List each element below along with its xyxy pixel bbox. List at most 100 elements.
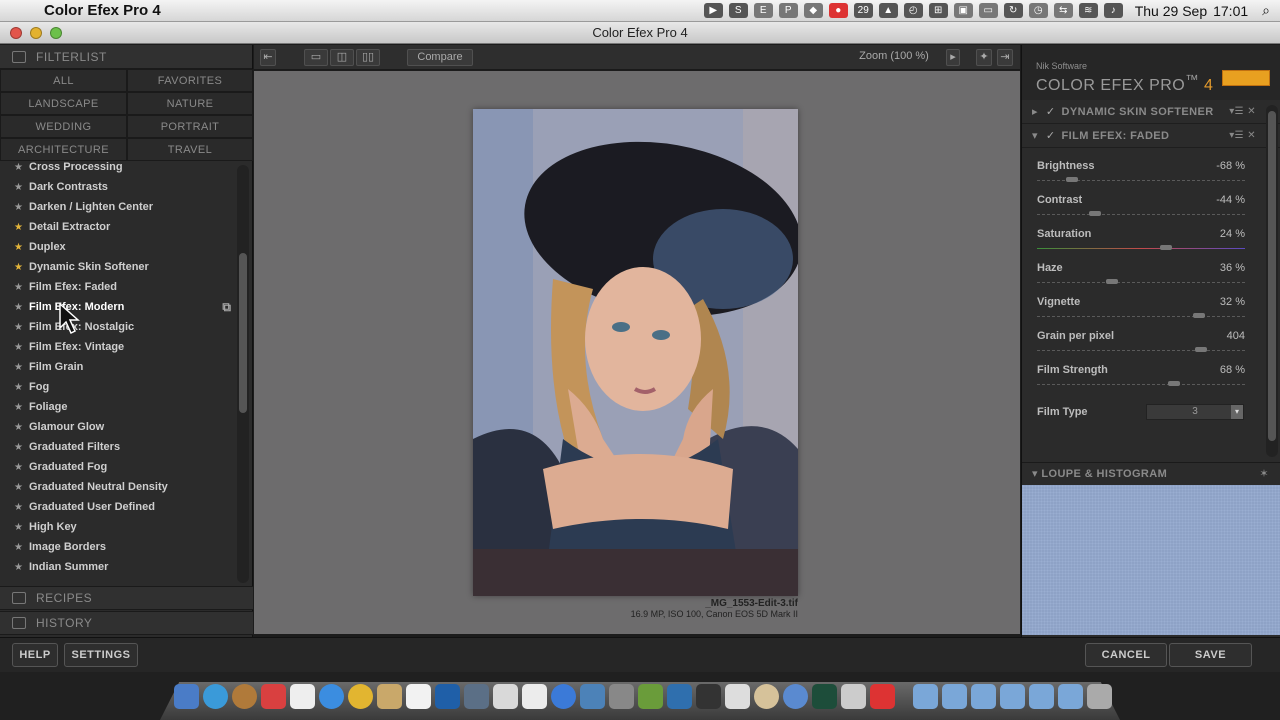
- toggle-right-panel-icon[interactable]: ⇥: [997, 49, 1013, 66]
- folder-icon[interactable]: [942, 684, 967, 709]
- favorite-star-icon[interactable]: ★: [14, 222, 29, 233]
- favorite-star-icon[interactable]: ★: [14, 382, 29, 393]
- side-by-side-button[interactable]: ▯▯: [356, 49, 380, 66]
- recipes-header[interactable]: RECIPES: [0, 586, 253, 610]
- enable-checkbox[interactable]: ✓: [1046, 129, 1056, 142]
- slider-track[interactable]: [1037, 316, 1245, 317]
- favorite-star-icon[interactable]: ★: [14, 202, 29, 213]
- slider-value[interactable]: -68 %: [1216, 160, 1245, 172]
- keynote-icon[interactable]: [667, 684, 692, 709]
- filter-list-item[interactable]: ★ Detail Extractor: [0, 217, 253, 237]
- slider-handle[interactable]: [1105, 279, 1118, 284]
- favorite-star-icon[interactable]: ★: [14, 442, 29, 453]
- activity-monitor-icon[interactable]: [812, 684, 837, 709]
- scrollbar-thumb[interactable]: [1268, 111, 1276, 441]
- filter-list-item[interactable]: ★ Dynamic Skin Softener: [0, 257, 253, 277]
- film-type-select[interactable]: 3 ▾: [1146, 404, 1244, 420]
- pencil-icon[interactable]: [754, 684, 779, 709]
- filter-options-icon[interactable]: ▾☰ ✕: [1229, 106, 1256, 117]
- filter-list-item[interactable]: ★ Cross Processing: [0, 157, 253, 177]
- sync-icon[interactable]: ↻: [1003, 3, 1023, 18]
- zoom-control[interactable]: Zoom (100 %): [847, 49, 941, 66]
- slider-value[interactable]: -44 %: [1216, 194, 1245, 206]
- close-window-button[interactable]: [10, 27, 22, 39]
- app-store-icon[interactable]: [203, 684, 228, 709]
- filter-list-item[interactable]: ★ Image Borders: [0, 537, 253, 557]
- pinwheel-icon[interactable]: [261, 684, 286, 709]
- slider-track[interactable]: [1037, 214, 1245, 215]
- calendar-icon[interactable]: 29: [853, 3, 873, 18]
- photo-booth-icon[interactable]: [725, 684, 750, 709]
- settings-button[interactable]: SETTINGS: [64, 643, 138, 667]
- favorite-star-icon[interactable]: ★: [14, 462, 29, 473]
- red-app-icon[interactable]: [870, 684, 895, 709]
- slider-handle[interactable]: [1089, 211, 1102, 216]
- favorite-star-icon[interactable]: ★: [14, 362, 29, 373]
- menubar-date[interactable]: Thu 29 Sep: [1135, 3, 1207, 19]
- app-menu[interactable]: Color Efex Pro 4: [44, 2, 161, 19]
- safari-icon[interactable]: [319, 684, 344, 709]
- split-view-button[interactable]: ◫: [330, 49, 354, 66]
- favorite-star-icon[interactable]: ★: [14, 302, 29, 313]
- enable-checkbox[interactable]: ✓: [1046, 105, 1056, 118]
- folder-icon[interactable]: [1058, 684, 1083, 709]
- dropdown-arrow-icon[interactable]: ▾: [1231, 405, 1243, 419]
- filter-list-item[interactable]: ★ Film Grain: [0, 357, 253, 377]
- arrow-icon[interactable]: [638, 684, 663, 709]
- filterlist-header[interactable]: FILTERLIST: [0, 45, 252, 69]
- favorite-star-icon[interactable]: ★: [14, 182, 29, 193]
- filter-list-item[interactable]: ★ Darken / Lighten Center: [0, 197, 253, 217]
- camera-icon[interactable]: ▶: [703, 3, 723, 18]
- dropbox-icon[interactable]: ◆: [803, 3, 823, 18]
- favorite-star-icon[interactable]: ★: [14, 522, 29, 533]
- display-icon[interactable]: ▭: [978, 3, 998, 18]
- filter-list-item[interactable]: ★ Fog: [0, 377, 253, 397]
- category-wedding[interactable]: WEDDING: [0, 115, 127, 138]
- expand-arrow-icon[interactable]: ▸: [1032, 105, 1038, 118]
- filter-list-item[interactable]: ★ Foliage: [0, 397, 253, 417]
- filter-list-item[interactable]: ★ High Key: [0, 517, 253, 537]
- filter-list-item[interactable]: ★ Film Efex: Faded: [0, 277, 253, 297]
- folder-icon[interactable]: [971, 684, 996, 709]
- zoom-window-button[interactable]: [50, 27, 62, 39]
- folder-icon[interactable]: [1029, 684, 1054, 709]
- slider-value[interactable]: 36 %: [1220, 262, 1245, 274]
- finder-icon[interactable]: [174, 684, 199, 709]
- calendar-dock-icon[interactable]: [406, 684, 431, 709]
- wifi-icon[interactable]: ≋: [1078, 3, 1098, 18]
- pixelmator-icon[interactable]: P: [778, 3, 798, 18]
- loupe-header[interactable]: ▾ LOUPE & HISTOGRAM ✶: [1022, 462, 1280, 484]
- slider-handle[interactable]: [1195, 347, 1208, 352]
- toggle-panel-icon[interactable]: ⇤: [260, 49, 276, 66]
- favorite-star-icon[interactable]: ★: [14, 502, 29, 513]
- slider-value[interactable]: 68 %: [1220, 364, 1245, 376]
- background-toggle-icon[interactable]: ✦: [976, 49, 992, 66]
- category-portrait[interactable]: PORTRAIT: [127, 115, 253, 138]
- filter-list-item[interactable]: ★ Film Efex: Modern ⧉: [0, 297, 253, 317]
- lightroom-icon[interactable]: [464, 684, 489, 709]
- favorite-star-icon[interactable]: ★: [14, 322, 29, 333]
- filter-list-item[interactable]: ★ Graduated Fog: [0, 457, 253, 477]
- favorite-star-icon[interactable]: ★: [14, 162, 29, 173]
- record-icon[interactable]: ●: [828, 3, 848, 18]
- folder-icon[interactable]: [913, 684, 938, 709]
- favorite-star-icon[interactable]: ★: [14, 562, 29, 573]
- filter-list-item[interactable]: ★ Film Efex: Nostalgic: [0, 317, 253, 337]
- help-button[interactable]: HELP: [12, 643, 58, 667]
- network-icon[interactable]: [783, 684, 808, 709]
- scrollbar-thumb[interactable]: [239, 253, 247, 413]
- slider-track[interactable]: [1037, 282, 1245, 283]
- filter-list-scrollbar[interactable]: [237, 165, 249, 583]
- filter-list-item[interactable]: ★ Graduated Filters: [0, 437, 253, 457]
- clock-icon[interactable]: ◴: [903, 3, 923, 18]
- loupe-preview[interactable]: [1022, 485, 1280, 635]
- collapse-arrow-icon[interactable]: ▾: [1032, 129, 1038, 142]
- textedit-icon[interactable]: [522, 684, 547, 709]
- hat-icon[interactable]: ▲: [878, 3, 898, 18]
- history-header[interactable]: HISTORY: [0, 611, 253, 635]
- zoom-arrow-icon[interactable]: ▸: [946, 49, 960, 66]
- evernote-icon[interactable]: E: [753, 3, 773, 18]
- stack-icon[interactable]: [580, 684, 605, 709]
- filter-list-item[interactable]: ★ Indian Summer: [0, 557, 253, 577]
- downloads-icon[interactable]: [841, 684, 866, 709]
